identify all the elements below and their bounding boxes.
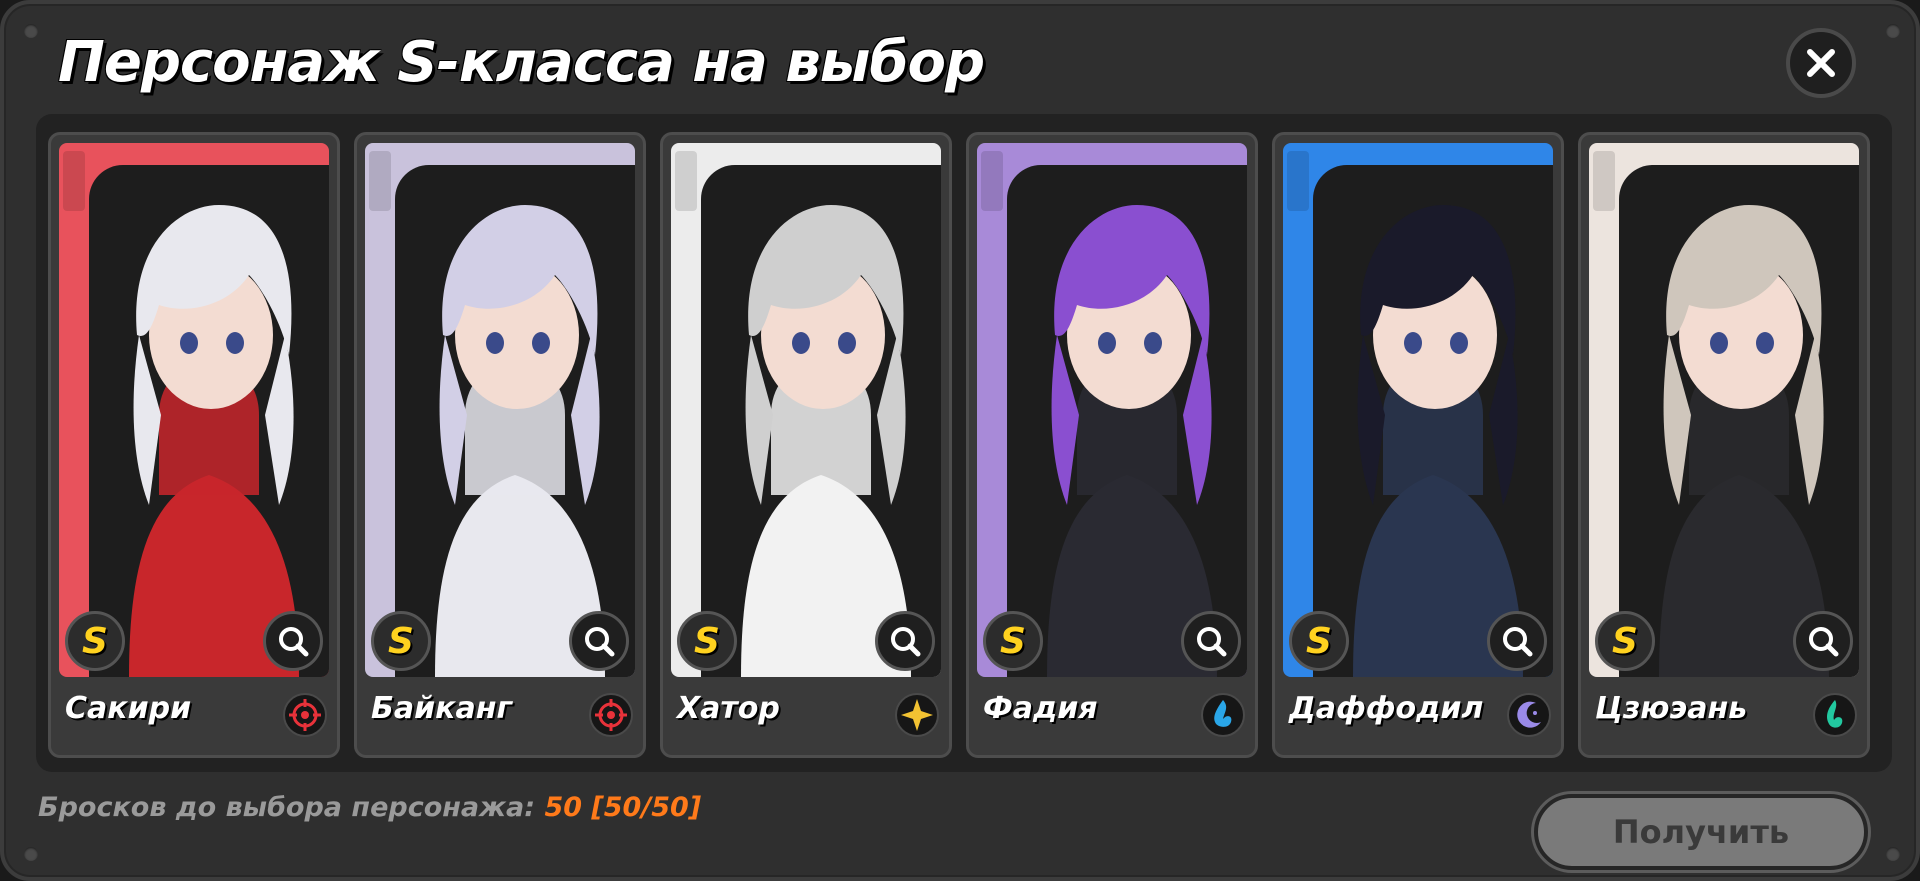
magnifier-icon [1503, 627, 1533, 657]
grade-s-icon: S [677, 611, 737, 671]
magnifier-icon [891, 627, 921, 657]
rolls-until-selection: Бросков до выбора персонажа: 50 [50/50] [38, 792, 701, 823]
page-title: Персонаж S-класса на выбор [58, 30, 985, 95]
inspect-button[interactable] [875, 611, 935, 671]
grade-label: S [1000, 620, 1026, 662]
grade-label: S [82, 620, 108, 662]
grade-s-icon: S [65, 611, 125, 671]
character-name: Цзюэань [1595, 691, 1748, 726]
grade-s-icon: S [1595, 611, 1655, 671]
light-icon [895, 693, 939, 737]
magnifier-icon [1197, 627, 1227, 657]
water-icon [1201, 693, 1245, 737]
magnifier-icon [1809, 627, 1839, 657]
character-name: Байканг [371, 691, 513, 726]
character-portrait: S [977, 143, 1247, 677]
character-portrait: S [365, 143, 635, 677]
character-portrait: S [1283, 143, 1553, 677]
rolls-count: 50 [50/50] [544, 792, 702, 823]
character-name: Даффодил [1289, 691, 1484, 726]
close-button[interactable] [1786, 28, 1856, 98]
get-button[interactable]: Получить [1534, 794, 1868, 870]
inspect-button[interactable] [1793, 611, 1853, 671]
inspect-button[interactable] [1181, 611, 1241, 671]
selection-window: Персонаж S-класса на выбор S Сакири S Байка… [0, 0, 1920, 881]
character-portrait: S [1589, 143, 1859, 677]
character-card[interactable]: S Фадия [966, 132, 1258, 758]
rolls-label: Бросков до выбора персонажа: [38, 792, 536, 823]
grade-s-icon: S [371, 611, 431, 671]
dark-icon [1507, 693, 1551, 737]
grade-s-icon: S [1289, 611, 1349, 671]
corner-rivet [24, 24, 38, 38]
corner-rivet [24, 847, 38, 861]
character-name: Хатор [677, 691, 780, 726]
inspect-button[interactable] [569, 611, 629, 671]
character-name: Сакири [65, 691, 192, 726]
character-portrait: S [671, 143, 941, 677]
character-portrait: S [59, 143, 329, 677]
grade-label: S [1612, 620, 1638, 662]
grade-label: S [1306, 620, 1332, 662]
magnifier-icon [585, 627, 615, 657]
character-card[interactable]: S Байканг [354, 132, 646, 758]
magnifier-icon [279, 627, 309, 657]
character-card[interactable]: S Сакири [48, 132, 340, 758]
wind-icon [1813, 693, 1857, 737]
character-card[interactable]: S Даффодил [1272, 132, 1564, 758]
character-card[interactable]: S Цзюэань [1578, 132, 1870, 758]
character-card[interactable]: S Хатор [660, 132, 952, 758]
grade-label: S [694, 620, 720, 662]
corner-rivet [1886, 24, 1900, 38]
grade-label: S [388, 620, 414, 662]
physical-icon [589, 693, 633, 737]
grade-s-icon: S [983, 611, 1043, 671]
character-name: Фадия [983, 691, 1098, 726]
inspect-button[interactable] [1487, 611, 1547, 671]
inspect-button[interactable] [263, 611, 323, 671]
physical-icon [283, 693, 327, 737]
get-button-label: Получить [1612, 813, 1790, 851]
close-icon [1807, 49, 1835, 77]
corner-rivet [1886, 847, 1900, 861]
